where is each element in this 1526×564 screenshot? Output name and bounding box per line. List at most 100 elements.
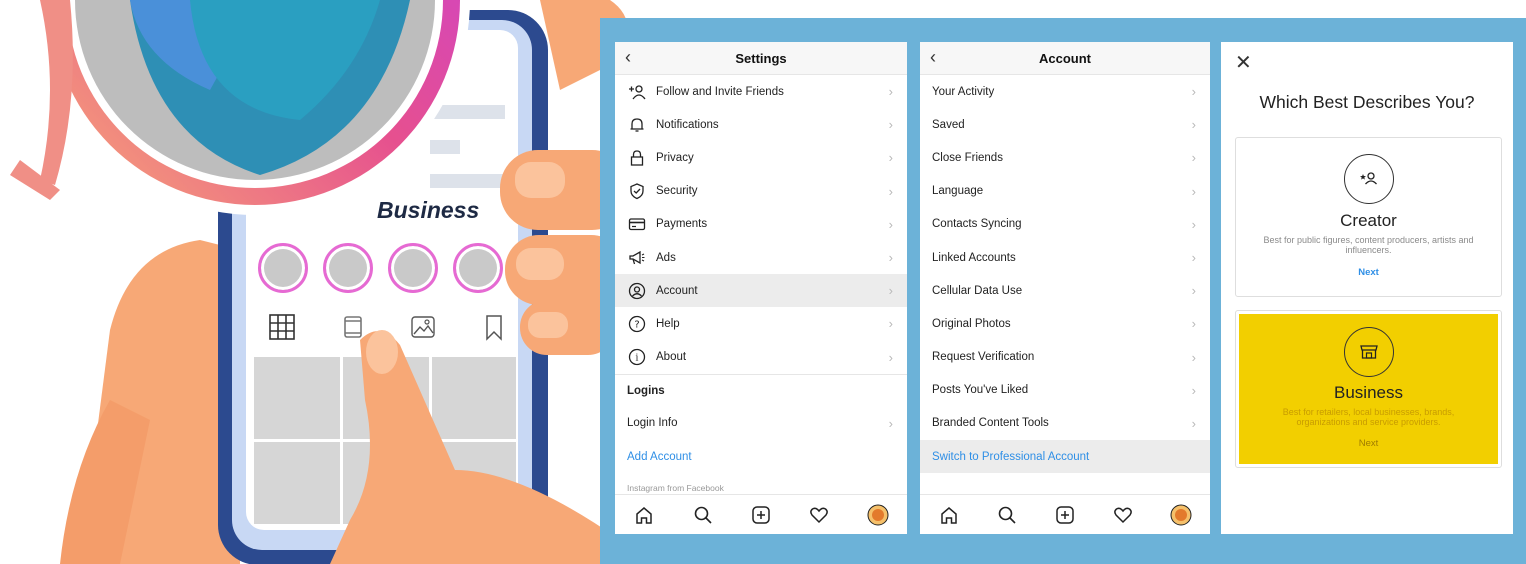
profile-avatar-icon[interactable]	[867, 504, 889, 526]
business-title: Business	[1334, 383, 1403, 402]
settings-item-login-info[interactable]: Login Info ›	[615, 407, 907, 440]
settings-header: ‹ Settings	[615, 42, 907, 75]
creator-icon	[1343, 154, 1394, 204]
chevron-right-icon: ›	[1191, 283, 1196, 299]
business-option-highlight: Business Best for retailers, local busin…	[1239, 314, 1498, 464]
svg-text:i: i	[636, 354, 639, 364]
account-item[interactable]: Language ›	[920, 175, 1210, 208]
account-item[interactable]: Close Friends ›	[920, 141, 1210, 174]
info-icon: i	[627, 347, 647, 367]
creator-next-button[interactable]: Next	[1236, 267, 1501, 278]
settings-item-ads[interactable]: Ads ›	[615, 241, 907, 274]
story-circle	[388, 243, 438, 293]
search-icon[interactable]	[692, 504, 714, 526]
page-title: Account	[1039, 51, 1091, 66]
account-item-label: Saved	[932, 118, 965, 131]
creator-description: Best for public figures, content produce…	[1263, 235, 1474, 255]
chevron-right-icon: ›	[1191, 415, 1196, 431]
illustration: Business	[0, 0, 660, 564]
business-description: Best for retailers, local businesses, br…	[1282, 407, 1455, 427]
chevron-right-icon: ›	[888, 249, 893, 265]
chevron-right-icon: ›	[888, 349, 893, 365]
account-item[interactable]: Branded Content Tools ›	[920, 407, 1210, 440]
new-post-icon[interactable]	[750, 504, 772, 526]
igtv-icon	[339, 313, 367, 341]
add-account-link[interactable]: Add Account	[615, 440, 907, 473]
settings-item-label: Payments	[656, 218, 708, 231]
creator-title: Creator	[1340, 211, 1397, 230]
footer-text: Instagram from Facebook	[627, 483, 724, 494]
settings-item-follow[interactable]: Follow and Invite Friends ›	[615, 75, 907, 108]
account-item[interactable]: Contacts Syncing ›	[920, 208, 1210, 241]
settings-item-about[interactable]: i About ›	[615, 341, 907, 374]
account-item[interactable]: Posts You've Liked ›	[920, 374, 1210, 407]
account-circle-icon	[627, 281, 647, 301]
chevron-right-icon: ›	[888, 183, 893, 199]
account-item-label: Branded Content Tools	[932, 417, 1049, 430]
settings-item-privacy[interactable]: Privacy ›	[615, 141, 907, 174]
shield-icon	[627, 181, 647, 201]
new-post-icon[interactable]	[1054, 504, 1076, 526]
chevron-right-icon: ›	[888, 150, 893, 166]
settings-item-account[interactable]: Account ›	[615, 274, 907, 308]
settings-item-label: Login Info	[627, 417, 678, 430]
profile-avatar-icon[interactable]	[1170, 504, 1192, 526]
story-highlights	[258, 243, 503, 293]
account-item[interactable]: Request Verification ›	[920, 341, 1210, 374]
account-type-screen: ✕ Which Best Describes You? Creator Best…	[1221, 42, 1513, 534]
business-next-button[interactable]: Next	[1239, 438, 1498, 449]
grid-icon	[268, 313, 296, 341]
chevron-right-icon: ›	[1191, 349, 1196, 365]
settings-item-help[interactable]: ? Help ›	[615, 307, 907, 340]
account-item-label: Posts You've Liked	[932, 384, 1029, 397]
account-item[interactable]: Cellular Data Use ›	[920, 274, 1210, 307]
business-option-card[interactable]: Business Best for retailers, local busin…	[1235, 310, 1502, 468]
search-icon[interactable]	[996, 504, 1018, 526]
logins-section-header: Logins	[615, 373, 907, 407]
lock-icon	[627, 148, 647, 168]
close-icon[interactable]: ✕	[1235, 50, 1252, 75]
account-item[interactable]: Your Activity ›	[920, 75, 1210, 108]
heart-icon[interactable]	[1112, 504, 1134, 526]
account-item[interactable]: Saved ›	[920, 108, 1210, 141]
story-circle	[453, 243, 503, 293]
story-circle	[258, 243, 308, 293]
bottom-tab-bar	[920, 494, 1210, 534]
chevron-right-icon: ›	[888, 117, 893, 133]
chevron-right-icon: ›	[888, 283, 893, 299]
settings-item-security[interactable]: Security ›	[615, 175, 907, 208]
settings-screen: ‹ Settings Follow and Invite Friends › N…	[615, 42, 907, 534]
photo-icon	[409, 313, 437, 341]
heart-icon[interactable]	[808, 504, 830, 526]
settings-item-label: Follow and Invite Friends	[656, 85, 784, 98]
card-icon	[627, 214, 647, 234]
home-icon[interactable]	[633, 504, 655, 526]
bell-icon	[627, 115, 647, 135]
chevron-right-icon: ›	[1191, 84, 1196, 99]
account-item-label: Cellular Data Use	[932, 284, 1023, 297]
creator-option-card[interactable]: Creator Best for public figures, content…	[1235, 137, 1502, 297]
chevron-right-icon: ›	[1191, 249, 1196, 265]
chevron-right-icon: ›	[1191, 316, 1196, 332]
settings-item-label: Privacy	[656, 151, 694, 164]
account-item-label: Linked Accounts	[932, 251, 1016, 264]
megaphone-icon	[627, 248, 647, 268]
account-item-label: Your Activity	[932, 85, 995, 98]
bottom-tab-bar	[615, 494, 907, 534]
settings-item-notifications[interactable]: Notifications ›	[615, 108, 907, 141]
business-label: Business	[377, 197, 480, 223]
account-item-label: Close Friends	[932, 151, 1003, 164]
home-icon[interactable]	[938, 504, 960, 526]
chevron-right-icon: ›	[1191, 117, 1196, 133]
chevron-right-icon: ›	[888, 415, 893, 431]
settings-item-label: Notifications	[656, 118, 719, 131]
account-item-label: Original Photos	[932, 317, 1011, 330]
chevron-right-icon: ›	[1191, 216, 1196, 232]
settings-item-payments[interactable]: Payments ›	[615, 208, 907, 241]
account-item[interactable]: Original Photos ›	[920, 307, 1210, 340]
switch-to-professional-link[interactable]: Switch to Professional Account	[920, 440, 1210, 474]
chevron-right-icon: ›	[888, 316, 893, 332]
account-item[interactable]: Linked Accounts ›	[920, 241, 1210, 274]
storefront-icon	[1343, 327, 1394, 377]
chevron-right-icon: ›	[1191, 382, 1196, 398]
